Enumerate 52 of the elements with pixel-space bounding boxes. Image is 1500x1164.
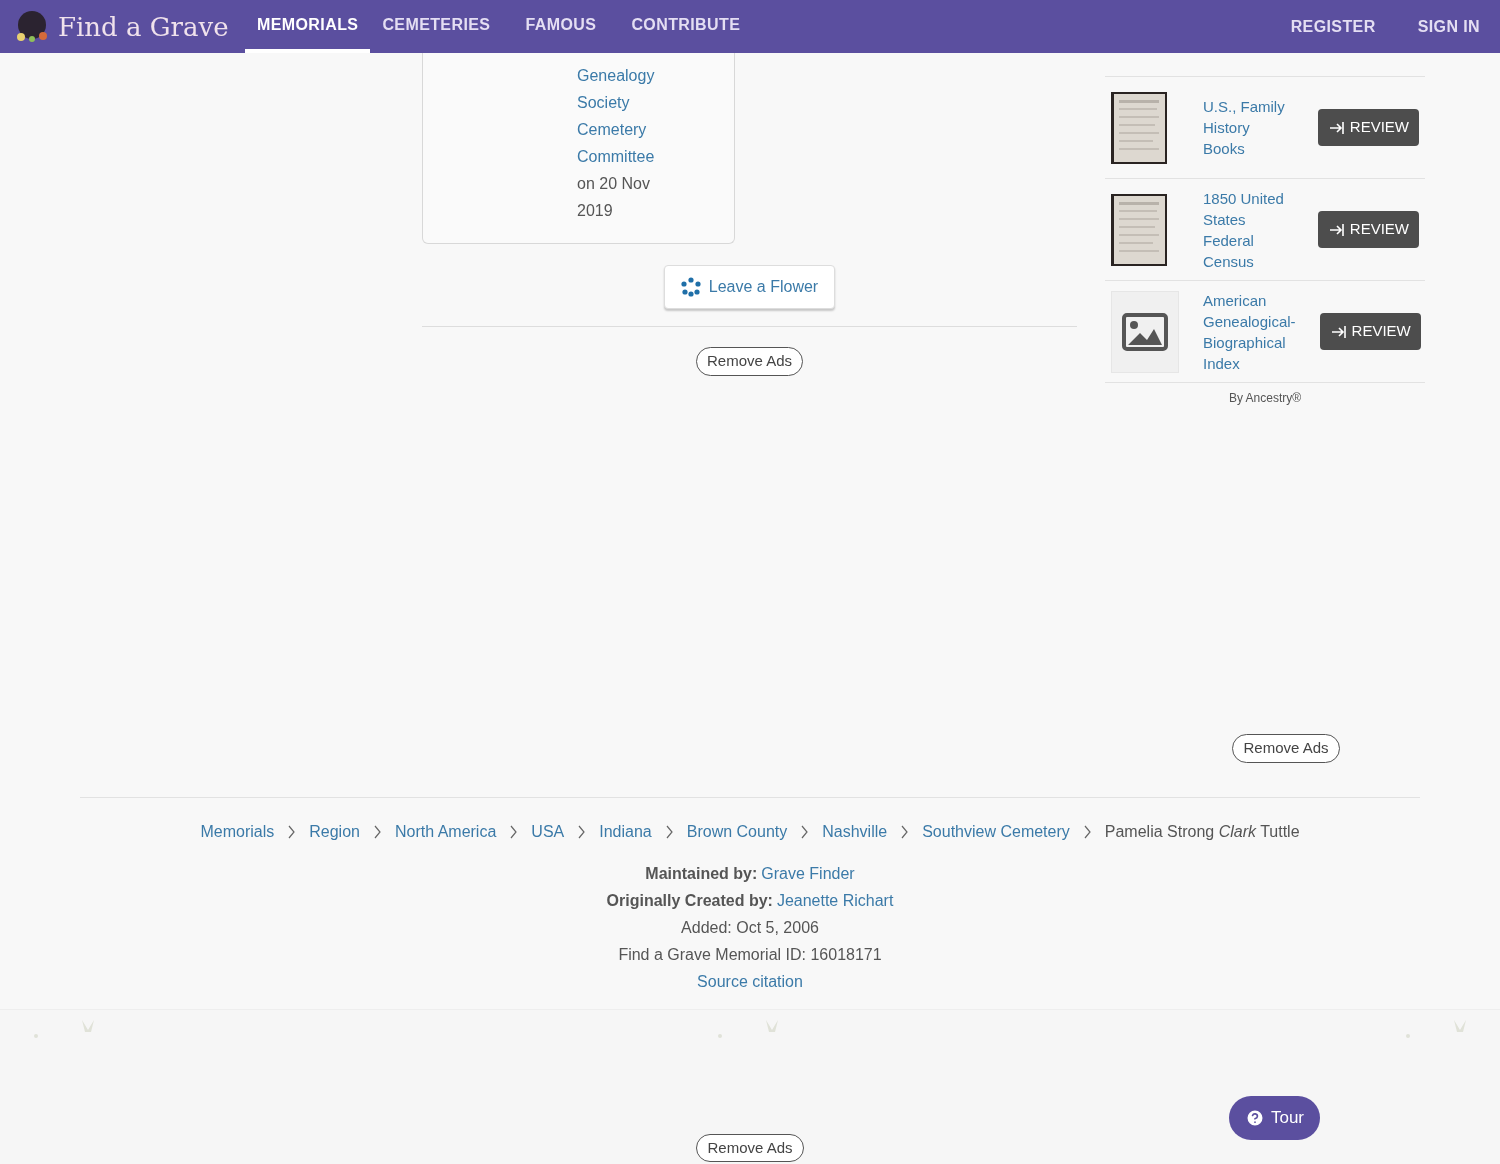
chevron-icon: [578, 824, 586, 839]
logo-text[interactable]: Find a Grave: [58, 13, 229, 40]
added-date: Added: Oct 5, 2006: [681, 917, 819, 938]
review-button[interactable]: REVIEW: [1317, 211, 1419, 248]
account-link[interactable]: SIGN IN: [1417, 14, 1480, 39]
nav-tab[interactable]: CEMETERIES: [370, 0, 503, 53]
memorial-id: Find a Grave Memorial ID: 16018171: [618, 944, 882, 965]
breadcrumb-link[interactable]: Nashville: [822, 819, 888, 844]
breadcrumb-link[interactable]: Region: [309, 819, 360, 844]
chevron-icon: [510, 824, 518, 839]
arrow-in-icon: [1327, 119, 1346, 136]
logo-icon: [14, 8, 50, 45]
image-icon: [1122, 312, 1168, 351]
chevron-icon: [901, 824, 909, 839]
leave-flower-button[interactable]: Leave a Flower: [663, 265, 836, 309]
chevron-icon: [1083, 824, 1091, 839]
review-button[interactable]: REVIEW: [1317, 109, 1419, 146]
breadcrumb-link[interactable]: USA: [531, 819, 565, 844]
breadcrumb-link[interactable]: North America: [394, 819, 497, 844]
tour-button[interactable]: Tour: [1228, 1095, 1320, 1140]
breadcrumb-link[interactable]: Southview Cemetery: [922, 819, 1070, 844]
remove-ads-button[interactable]: Remove Ads: [1232, 734, 1340, 763]
record-link[interactable]: American Genealogical-Biographical Index: [1203, 289, 1296, 374]
remove-ads-button[interactable]: Remove Ads: [695, 347, 803, 376]
remove-ads-button[interactable]: Remove Ads: [696, 1133, 804, 1162]
nav-tab[interactable]: MEMORIALS: [245, 0, 371, 53]
breadcrumb-current: Pamelia Strong Clark Tuttle: [1104, 821, 1300, 842]
arrow-in-icon: [1329, 323, 1348, 340]
review-button[interactable]: REVIEW: [1319, 313, 1421, 350]
creator-label: Originally Created by:: [606, 890, 773, 911]
breadcrumb-link[interactable]: Memorials: [200, 819, 275, 844]
ancestry-credit: By Ancestry®: [1227, 390, 1303, 407]
chevron-icon: [801, 824, 809, 839]
record-link[interactable]: U.S., Family History Books: [1203, 96, 1294, 159]
nav-tab[interactable]: CONTRIBUTE: [619, 0, 753, 53]
chevron-icon: [373, 824, 381, 839]
contribution-date: on 20 Nov 2019: [577, 174, 651, 221]
chevron-icon: [665, 824, 673, 839]
account-link[interactable]: REGISTER: [1290, 14, 1376, 39]
breadcrumb-link[interactable]: Brown County: [686, 819, 788, 844]
creator-link[interactable]: Jeanette Richart: [776, 886, 894, 914]
flower-icon: [680, 277, 701, 297]
breadcrumb-link[interactable]: Indiana: [599, 819, 652, 844]
maintainer-link[interactable]: Grave Finder: [761, 859, 855, 887]
contributor-link[interactable]: Genealogy Society Cemetery Committee: [577, 62, 682, 170]
chevron-icon: [288, 824, 296, 839]
arrow-in-icon: [1327, 221, 1346, 238]
help-icon: [1244, 1107, 1265, 1128]
source-citation-link[interactable]: Source citation: [697, 967, 803, 995]
record-link[interactable]: 1850 United States Federal Census: [1203, 187, 1294, 272]
nav-tab[interactable]: FAMOUS: [502, 0, 620, 53]
maintained-label: Maintained by:: [645, 863, 758, 884]
